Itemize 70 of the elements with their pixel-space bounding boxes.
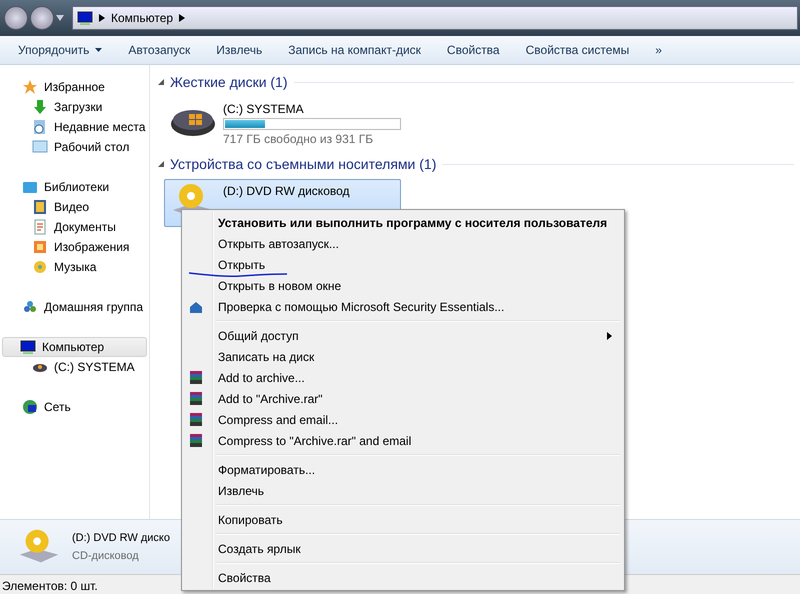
menu-item[interactable]: Общий доступ [184, 325, 622, 346]
document-icon [32, 219, 48, 235]
menu-item[interactable]: Форматировать... [184, 459, 622, 480]
nav-item[interactable]: Домашняя группа [2, 297, 147, 317]
collapse-icon[interactable] [158, 79, 164, 85]
menu-item[interactable]: Извлечь [184, 480, 622, 501]
menu-item[interactable]: Проверка с помощью Microsoft Security Essentials... [184, 296, 622, 317]
star-icon [22, 79, 38, 95]
menu-item[interactable]: Свойства [184, 567, 622, 588]
nav-item[interactable]: Сеть [2, 397, 147, 417]
computer-icon [77, 10, 93, 26]
menu-item[interactable]: Открыть автозапуск... [184, 233, 622, 254]
globe-icon [22, 399, 38, 415]
toolbar-button[interactable]: Упорядочить [10, 39, 110, 61]
chevron-icon[interactable] [179, 14, 186, 22]
down-arrow-icon [32, 99, 48, 115]
books-icon [188, 432, 204, 448]
film-icon [32, 199, 48, 215]
nav-item[interactable]: Документы [2, 217, 147, 237]
homegroup-icon [22, 299, 38, 315]
books-icon [188, 412, 204, 428]
forward-button[interactable] [30, 6, 54, 30]
drive-tile[interactable]: (C:) SYSTEMA 717 ГБ свободно из 931 ГБ [164, 97, 401, 145]
menu-item[interactable]: Add to "Archive.rar" [184, 388, 622, 409]
drive-name: (D:) DVD RW дисковод [223, 184, 350, 198]
drive-name: (C:) SYSTEMA [223, 102, 305, 116]
toolbar-button[interactable]: Свойства системы [518, 39, 638, 61]
toolbar-button[interactable]: Свойства [438, 39, 508, 61]
menu-item[interactable]: Compress to "Archive.rar" and email [184, 430, 622, 451]
breadcrumb[interactable]: Компьютер [111, 11, 174, 25]
status-text: Элементов: 0 шт. [2, 579, 98, 593]
more-button[interactable]: » [647, 39, 670, 61]
nav-item[interactable]: (C:) SYSTEMA [2, 357, 147, 377]
menu-item[interactable]: Открыть в новом окне [184, 275, 622, 296]
books-icon [188, 390, 204, 406]
nav-item[interactable]: Видео [2, 197, 147, 217]
computer-icon [20, 339, 36, 355]
address-bar[interactable]: Компьютер [72, 6, 798, 30]
menu-item[interactable]: Записать на диск [184, 346, 622, 367]
caret-icon[interactable] [56, 15, 64, 21]
nav-item[interactable]: Загрузки [2, 97, 147, 117]
folder-icon [22, 179, 38, 195]
books-icon [188, 370, 204, 386]
menu-item[interactable]: Compress and email... [184, 409, 622, 430]
nav-item[interactable]: Музыка [2, 257, 147, 277]
back-button[interactable] [4, 6, 28, 30]
picture-icon [32, 239, 48, 255]
item-name: (D:) DVD RW диско [72, 532, 170, 544]
toolbar-button[interactable]: Автозапуск [120, 39, 198, 61]
menu-item[interactable]: Создать ярлык [184, 538, 622, 559]
desktop-icon [32, 139, 48, 155]
group-header: Жесткие диски (1) [170, 74, 288, 90]
clock-document-icon [32, 119, 48, 135]
nav-item[interactable]: Избранное [2, 77, 147, 97]
menu-item[interactable]: Add to archive... [184, 367, 622, 388]
nav-item[interactable]: Недавние места [2, 117, 147, 137]
menu-item[interactable]: Открыть [184, 254, 622, 275]
music-icon [32, 259, 48, 275]
free-space-text: 717 ГБ свободно из 931 ГБ [223, 132, 374, 146]
nav-item[interactable]: Библиотеки [2, 177, 147, 197]
group-header: Устройства со съемными носителями (1) [170, 156, 436, 172]
chevron-icon[interactable] [99, 14, 105, 22]
nav-item[interactable]: Рабочий стол [2, 137, 147, 157]
collapse-icon[interactable] [158, 161, 164, 167]
menu-item[interactable]: Копировать [184, 509, 622, 530]
nav-item[interactable]: Компьютер [2, 337, 147, 357]
item-type: CD-дисковод [72, 550, 140, 562]
toolbar-button[interactable]: Запись на компакт-диск [280, 39, 429, 61]
nav-item[interactable]: Изображения [2, 237, 147, 257]
toolbar-button[interactable]: Извлечь [208, 39, 270, 61]
